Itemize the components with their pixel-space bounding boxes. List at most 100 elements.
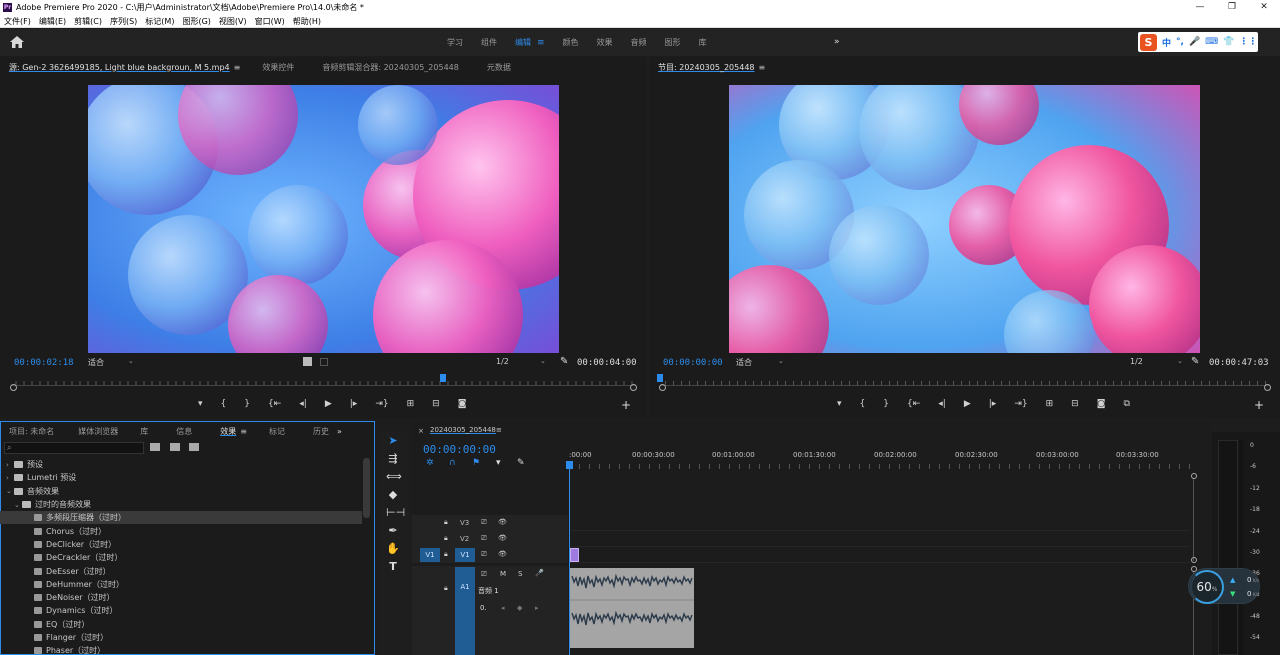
track-lane-v1[interactable]: [570, 547, 1190, 563]
razor-tool-icon[interactable]: ◆: [386, 488, 400, 502]
program-play-icon[interactable]: ▶: [964, 399, 971, 409]
menu-sequence[interactable]: 序列(S): [110, 16, 137, 27]
source-fit-select[interactable]: 适合: [88, 357, 104, 368]
tab-source[interactable]: 源: Gen-2 3626499185, Light blue backgrou…: [9, 62, 230, 73]
network-speed-widget[interactable]: 60% ▲ 0 K/s ▼ 0 K/s: [1188, 568, 1260, 604]
timeline-vscroll-bar[interactable]: [1193, 479, 1194, 561]
tab-audio-clip-mixer[interactable]: 音频剪辑混合器: 20240305_205448: [322, 62, 459, 73]
program-fit-chevron-icon[interactable]: ⌄: [778, 357, 784, 365]
solo-button[interactable]: S: [518, 570, 522, 578]
ime-keyboard-icon[interactable]: ⌨: [1205, 37, 1218, 47]
home-icon[interactable]: [10, 36, 24, 48]
sync-lock-icon[interactable]: ⎚: [481, 534, 487, 543]
tree-item-presets[interactable]: › 预设: [0, 458, 362, 471]
restore-button[interactable]: ❐: [1216, 0, 1248, 15]
menu-edit[interactable]: 编辑(E): [39, 16, 66, 27]
tab-metadata[interactable]: 元数据: [487, 62, 511, 73]
program-export-frame-icon[interactable]: ◙: [1097, 399, 1106, 409]
track-lane-v2[interactable]: [570, 531, 1190, 547]
tab-program[interactable]: 节目: 20240305_205448: [658, 62, 755, 73]
workspace-more-icon[interactable]: »: [834, 37, 840, 47]
program-video-frame[interactable]: [729, 85, 1200, 353]
source-drag-video-icon[interactable]: [303, 357, 312, 366]
program-go-to-out-icon[interactable]: ⇥}: [1014, 399, 1027, 409]
extract-icon[interactable]: ⊟: [1071, 399, 1079, 409]
menu-help[interactable]: 帮助(H): [293, 16, 321, 27]
tree-item-obsolete-audio-effects[interactable]: ⌄ 过时的音频效果: [0, 498, 362, 511]
program-mark-out-icon[interactable]: }: [883, 399, 889, 409]
chevron-down-icon[interactable]: ⌄: [14, 501, 22, 509]
add-marker-icon[interactable]: ▾: [496, 458, 501, 468]
effects-tab-menu-icon[interactable]: ≡: [240, 427, 247, 436]
selection-tool-icon[interactable]: ➤: [386, 434, 400, 448]
tree-item-effect[interactable]: 多频段压缩器（过时）: [0, 511, 362, 525]
chevron-down-icon[interactable]: ⌄: [6, 487, 14, 495]
workspace-assembly[interactable]: 组件: [481, 37, 497, 48]
accelerated-effects-icon[interactable]: [170, 443, 180, 451]
program-playhead[interactable]: [657, 374, 663, 382]
chevron-right-icon[interactable]: ›: [6, 474, 14, 482]
mark-out-icon[interactable]: }: [244, 399, 250, 409]
add-marker-icon[interactable]: ▾: [198, 399, 203, 409]
workspace-learn[interactable]: 学习: [447, 37, 463, 48]
new-custom-bin-icon[interactable]: [150, 443, 160, 451]
ripple-edit-tool-icon[interactable]: ⟺: [386, 470, 402, 484]
play-icon[interactable]: ▶: [325, 399, 332, 409]
workspace-menu-icon[interactable]: ≡: [537, 38, 545, 48]
tab-media-browser[interactable]: 媒体浏览器: [78, 426, 118, 437]
sync-lock-icon[interactable]: ⎚: [481, 570, 487, 579]
source-video-frame[interactable]: [88, 85, 559, 353]
tree-item-effect[interactable]: Chorus（过时）: [0, 524, 362, 537]
timeline-vscroll-top[interactable]: [1191, 473, 1197, 479]
snap-icon[interactable]: ∩: [449, 458, 456, 468]
program-in-handle[interactable]: [659, 384, 666, 391]
video-clip[interactable]: [570, 548, 579, 562]
effects-search-input[interactable]: ⌕: [4, 442, 144, 454]
tree-item-effect[interactable]: EQ（过时）: [0, 618, 362, 631]
tab-effects[interactable]: 效果: [220, 426, 236, 437]
program-out-handle[interactable]: [1264, 384, 1271, 391]
timeline-vscroll-bottom[interactable]: [1191, 557, 1197, 563]
program-step-back-icon[interactable]: ◂|: [938, 399, 946, 409]
menu-view[interactable]: 视图(V): [219, 16, 247, 27]
workspace-graphics[interactable]: 图形: [665, 37, 681, 48]
workspace-editing[interactable]: 编辑: [515, 37, 531, 48]
close-button[interactable]: ✕: [1248, 0, 1280, 15]
track-select-tool-icon[interactable]: ⇶: [386, 452, 400, 466]
track-target-v1[interactable]: V1: [455, 548, 475, 562]
voiceover-mic-icon[interactable]: 🎤: [535, 569, 544, 577]
source-in-handle[interactable]: [10, 384, 17, 391]
timeline-playhead-handle[interactable]: [566, 461, 573, 469]
source-playhead[interactable]: [440, 374, 446, 382]
lock-icon[interactable]: 🔒︎: [444, 534, 448, 543]
timeline-close-icon[interactable]: ×: [418, 427, 424, 435]
nest-icon[interactable]: ✲: [426, 458, 434, 468]
tree-item-audio-effects[interactable]: ⌄ 音频效果: [0, 485, 362, 498]
menu-window[interactable]: 窗口(W): [255, 16, 285, 27]
minimize-button[interactable]: —: [1184, 0, 1216, 15]
timeline-settings-icon[interactable]: ✎: [517, 458, 525, 468]
yuv-effects-icon[interactable]: [189, 443, 199, 451]
tab-history[interactable]: 历史: [313, 426, 329, 437]
go-to-in-icon[interactable]: {⇤: [268, 399, 281, 409]
menu-graphics[interactable]: 图形(G): [182, 16, 210, 27]
ime-punctuation-icon[interactable]: °,: [1176, 37, 1184, 47]
tree-item-effect[interactable]: Flanger（过时）: [0, 631, 362, 644]
program-scale-chevron-icon[interactable]: ⌄: [1177, 357, 1183, 365]
tabs-overflow-icon[interactable]: »: [337, 427, 342, 436]
linked-selection-icon[interactable]: ⚑: [472, 458, 480, 468]
tab-sequence[interactable]: 20240305_205448: [430, 426, 496, 434]
program-time-ruler[interactable]: [660, 376, 1270, 386]
source-out-handle[interactable]: [630, 384, 637, 391]
lock-icon[interactable]: 🔒︎: [444, 518, 448, 527]
program-settings-wrench-icon[interactable]: ✎: [1191, 356, 1199, 367]
source-scale-select[interactable]: 1/2: [496, 357, 509, 366]
comparison-view-icon[interactable]: ⧉: [1123, 399, 1129, 409]
program-go-to-in-icon[interactable]: {⇤: [907, 399, 920, 409]
step-forward-icon[interactable]: |▸: [350, 399, 358, 409]
lock-icon[interactable]: 🔒︎: [444, 550, 448, 559]
tree-item-effect[interactable]: DeEsser（过时）: [0, 564, 362, 577]
audio-clip[interactable]: [570, 568, 694, 648]
hand-tool-icon[interactable]: ✋: [386, 542, 400, 556]
program-mark-in-icon[interactable]: {: [860, 399, 866, 409]
